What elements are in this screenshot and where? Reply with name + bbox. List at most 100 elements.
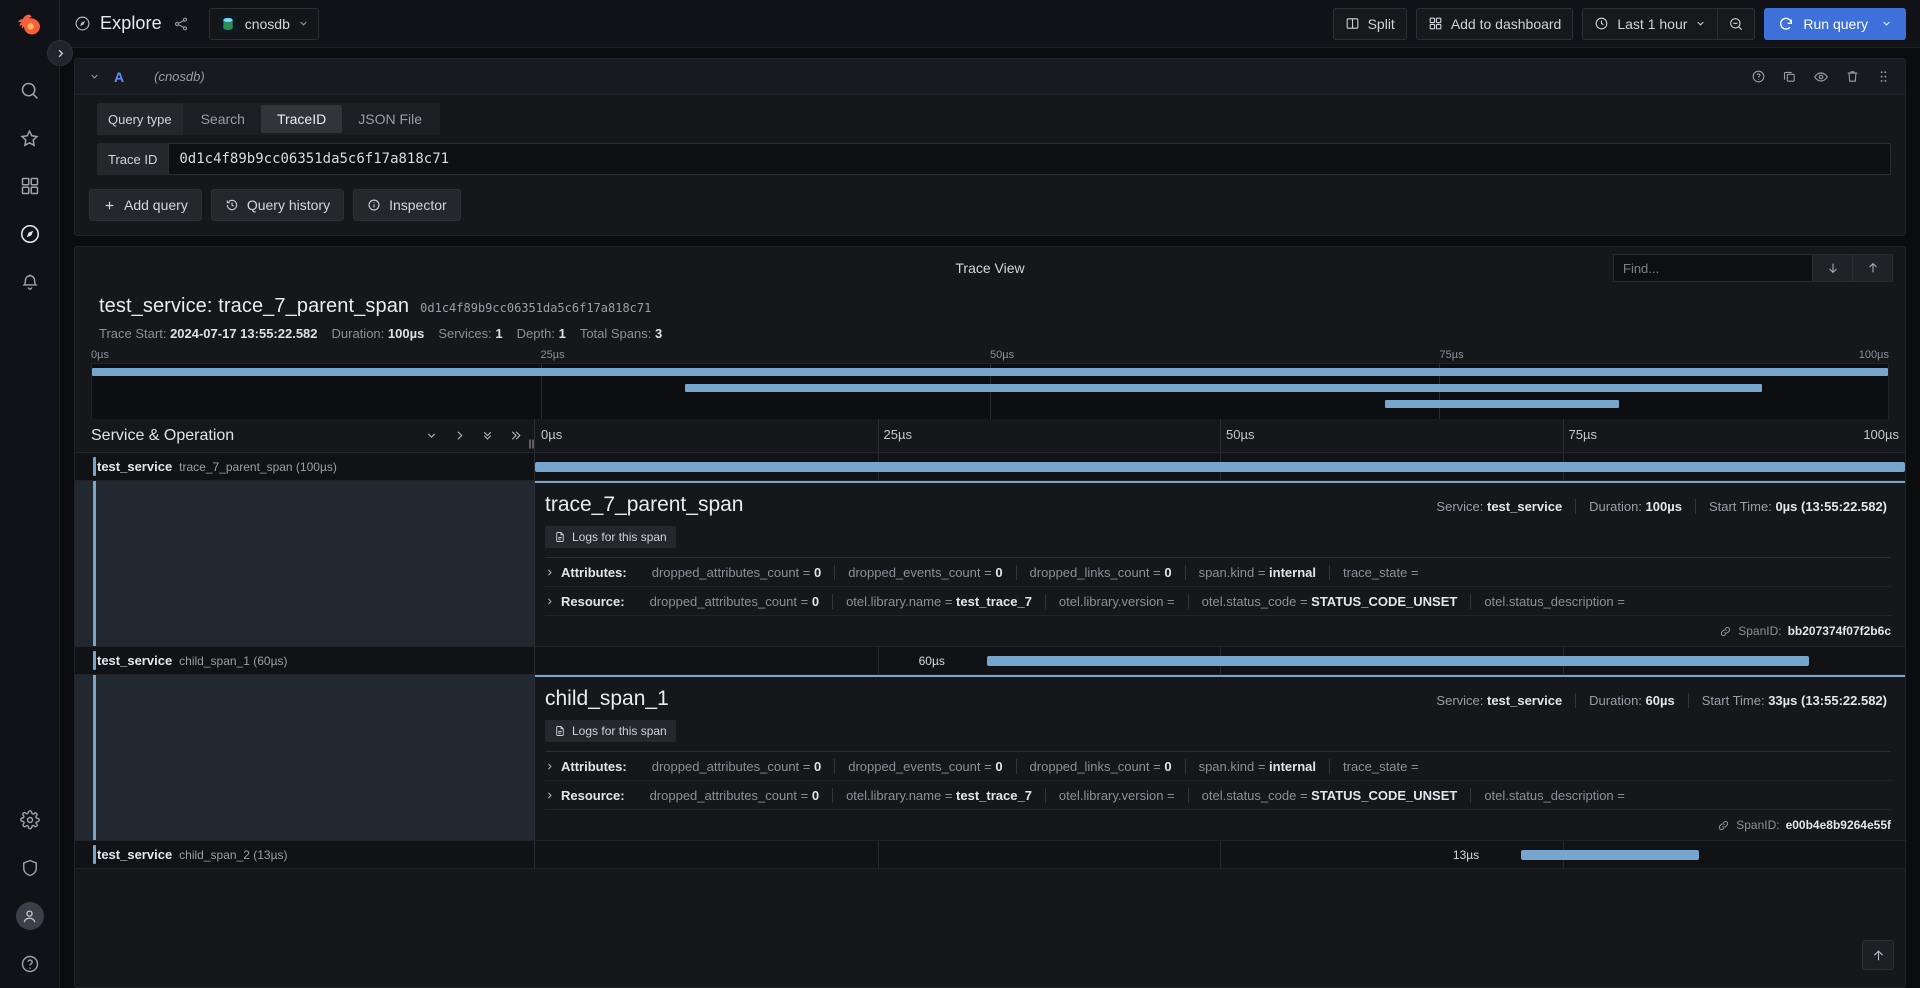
sidebar-item-explore[interactable]	[7, 210, 53, 258]
time-range-picker[interactable]: Last 1 hour	[1582, 8, 1717, 40]
resource-row[interactable]: Resource:dropped_attributes_count = 0ote…	[545, 781, 1891, 810]
datasource-picker[interactable]: cnosdb	[209, 8, 319, 40]
sidebar-item-alerting[interactable]	[7, 258, 53, 306]
resource-key: otel.library.name =	[846, 788, 956, 803]
span-id-row[interactable]: SpanID:bb207374f07f2b6c	[545, 616, 1891, 638]
grafana-logo-icon[interactable]	[13, 10, 47, 44]
sidebar-item-dashboards[interactable]	[7, 162, 53, 210]
service-operation-header: Service & Operation	[75, 419, 535, 452]
attributes-value: 0	[1164, 759, 1171, 774]
chevron-right-icon[interactable]	[545, 597, 561, 606]
drag-handle-icon[interactable]	[1876, 69, 1891, 84]
file-alt-icon	[554, 531, 566, 543]
minimap-tick: 50µs	[990, 349, 1014, 361]
scroll-to-top-button[interactable]	[1862, 940, 1894, 970]
query-history-label: Query history	[247, 197, 330, 213]
add-to-dashboard-button[interactable]: Add to dashboard	[1416, 8, 1574, 40]
query-refid[interactable]: A	[114, 69, 124, 85]
query-type-option-search[interactable]: Search	[185, 105, 261, 133]
link-icon[interactable]	[1717, 819, 1730, 832]
span-detail-start-time-label: Start Time:	[1709, 499, 1775, 514]
minimap-tick: 25µs	[541, 349, 565, 361]
trace-minimap[interactable]: 0µs25µs50µs75µs100µs	[91, 349, 1889, 419]
sidebar-item-search[interactable]	[7, 66, 53, 114]
span-row[interactable]: test_servicechild_span_1 (60µs)60µs	[75, 647, 1905, 675]
sidebar-item-help[interactable]	[7, 940, 53, 988]
find-next-button[interactable]	[1813, 254, 1853, 282]
span-rows[interactable]: test_servicetrace_7_parent_span (100µs) t…	[75, 453, 1905, 987]
chevron-down-icon[interactable]	[89, 71, 100, 82]
double-chevron-right-icon[interactable]	[509, 429, 522, 442]
span-row-timeline[interactable]: 13µs	[535, 841, 1905, 868]
copy-icon[interactable]	[1782, 69, 1797, 84]
share-nodes-icon[interactable]	[173, 16, 189, 32]
span-detail-service-label: Service:	[1436, 499, 1487, 514]
logs-for-span-button[interactable]: Logs for this span	[545, 720, 676, 742]
run-query-label: Run query	[1803, 16, 1868, 32]
inspector-button[interactable]: Inspector	[353, 189, 461, 221]
chevron-down-icon[interactable]	[425, 429, 438, 442]
logs-for-span-label: Logs for this span	[572, 724, 667, 738]
sidebar-item-administration[interactable]	[7, 844, 53, 892]
resource-label: Resource:	[561, 594, 625, 609]
double-chevron-down-icon[interactable]	[481, 429, 494, 442]
chevron-right-icon[interactable]	[545, 568, 561, 577]
run-query-button[interactable]: Run query	[1764, 8, 1906, 40]
nav-expand-toggle[interactable]	[47, 40, 73, 66]
chevron-right-icon[interactable]	[545, 791, 561, 800]
minimap-canvas[interactable]	[91, 363, 1889, 419]
span-row-label[interactable]: test_servicechild_span_1 (60µs)	[75, 647, 535, 674]
chevron-down-icon[interactable]	[1881, 18, 1892, 29]
span-detail-header: child_span_1Service: test_serviceDuratio…	[545, 687, 1891, 711]
query-type-option-jsonfile[interactable]: JSON File	[342, 105, 438, 133]
chevron-right-icon[interactable]	[453, 429, 466, 442]
attributes-item: dropped_attributes_count = 0	[639, 759, 836, 774]
split-label: Split	[1368, 16, 1395, 32]
span-row[interactable]: test_servicechild_span_2 (13µs)13µs	[75, 841, 1905, 869]
attributes-row[interactable]: Attributes:dropped_attributes_count = 0d…	[545, 558, 1891, 587]
link-icon[interactable]	[1719, 625, 1732, 638]
add-query-button[interactable]: Add query	[89, 189, 202, 221]
attributes-row[interactable]: Attributes:dropped_attributes_count = 0d…	[545, 752, 1891, 781]
span-row[interactable]: test_servicetrace_7_parent_span (100µs)	[75, 453, 1905, 481]
minimap-span-bar	[92, 368, 1888, 376]
span-color-accent	[93, 457, 96, 476]
split-button[interactable]: Split	[1333, 8, 1407, 40]
chevron-right-icon[interactable]	[545, 762, 561, 771]
query-history-button[interactable]: Query history	[211, 189, 344, 221]
column-resize-handle-icon[interactable]	[527, 438, 536, 450]
trash-icon[interactable]	[1845, 69, 1860, 84]
find-prev-button[interactable]	[1853, 254, 1893, 282]
logs-for-span-button[interactable]: Logs for this span	[545, 526, 676, 548]
sidebar-item-configuration[interactable]	[7, 796, 53, 844]
timeline-tick: 100µs	[1863, 427, 1899, 442]
resource-value: 0	[812, 788, 819, 803]
span-row-label[interactable]: test_servicechild_span_2 (13µs)	[75, 841, 535, 868]
attributes-key: dropped_attributes_count =	[652, 565, 814, 580]
span-detail-start-time-value: 33µs (13:55:22.582)	[1768, 693, 1887, 708]
span-service-name: test_service	[97, 653, 172, 668]
span-row-timeline[interactable]	[535, 453, 1905, 480]
resource-row[interactable]: Resource:dropped_attributes_count = 0ote…	[545, 587, 1891, 616]
sidebar-item-profile[interactable]	[7, 892, 53, 940]
help-circle-icon[interactable]	[1751, 69, 1766, 84]
query-type-option-traceid[interactable]: TraceID	[261, 105, 342, 133]
span-id-row[interactable]: SpanID:e00b4e8b9264e55f	[545, 810, 1891, 832]
trace-id-input[interactable]	[168, 143, 1891, 175]
zoom-out-icon	[1728, 16, 1744, 32]
span-row-timeline[interactable]: 60µs	[535, 647, 1905, 674]
resource-label: Resource:	[561, 788, 625, 803]
attributes-item: span.kind = internal	[1186, 759, 1330, 774]
attributes-label: Attributes:	[561, 565, 627, 580]
trace-services-value: 1	[495, 326, 502, 341]
nav-rail	[0, 0, 60, 988]
find-input[interactable]	[1613, 254, 1813, 282]
apps-grid-icon	[1428, 16, 1443, 31]
span-row-label[interactable]: test_servicetrace_7_parent_span (100µs)	[75, 453, 535, 480]
service-operation-label: Service & Operation	[91, 427, 234, 445]
zoom-out-button[interactable]	[1717, 8, 1755, 40]
span-detail-stats: Service: test_serviceDuration: 100µsStar…	[1423, 499, 1891, 514]
eye-icon[interactable]	[1813, 69, 1829, 85]
sidebar-item-bookmarks[interactable]	[7, 114, 53, 162]
resource-item: otel.status_description =	[1471, 788, 1638, 803]
